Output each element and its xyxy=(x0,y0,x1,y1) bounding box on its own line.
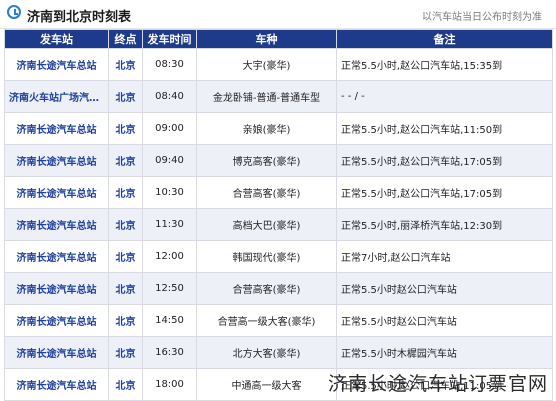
cell-departure-station: 济南长途汽车总站 xyxy=(4,304,109,337)
cell-destination: 北京 xyxy=(108,112,143,145)
table-row: 济南长途汽车总站 北京 14:50 合营高一级大客(豪华) 正常5.5小时赵公口汽车站 xyxy=(4,304,553,337)
cell-bus-type: 中通高一级大客 xyxy=(196,368,337,401)
column-header-bus-type: 车种 xyxy=(196,29,337,49)
cell-remark: 正常7小时,赵公口汽车站 xyxy=(336,240,553,273)
cell-bus-type: 合营高客(豪华) xyxy=(196,176,337,209)
table-row: 济南长途汽车总站 北京 12:00 韩国现代(豪华) 正常7小时,赵公口汽车站 xyxy=(4,240,553,273)
table-row: 济南长途汽车总站 北京 11:30 高档大巴(豪华) 正常5.5小时,丽泽桥汽车站,12… xyxy=(4,208,553,241)
cell-remark: 正常5.5小时,赵公口汽车站,15:35到 xyxy=(336,48,553,81)
table-row: 济南火车站广场汽车站 北京 08:40 金龙卧铺-普通-普通车型 - - / - xyxy=(4,80,553,113)
cell-departure-time: 14:50 xyxy=(142,304,197,337)
cell-remark: 正常5.5小时木樨园汽车站 xyxy=(336,336,553,369)
cell-destination: 北京 xyxy=(108,368,143,401)
table-row: 济南长途汽车总站 北京 09:40 博克高客(豪华) 正常5.5小时,赵公口汽车站,17… xyxy=(4,144,553,177)
cell-departure-time: 09:00 xyxy=(142,112,197,145)
cell-departure-station: 济南长途汽车总站 xyxy=(4,368,109,401)
cell-bus-type: 合营高一级大客(豪华) xyxy=(196,304,337,337)
cell-departure-station: 济南长途汽车总站 xyxy=(4,176,109,209)
cell-remark: 正常5.5小时,丽泽桥汽车站,12:30到 xyxy=(336,208,553,241)
column-header-departure-time: 发车时间 xyxy=(142,29,197,49)
schedule-note: 以汽车站当日公布时刻为准 xyxy=(422,12,542,23)
cell-departure-station: 济南长途汽车总站 xyxy=(4,272,109,305)
cell-destination: 北京 xyxy=(108,48,143,81)
cell-destination: 北京 xyxy=(108,144,143,177)
schedule-table: 发车站 终点 发车时间 车种 备注 济南长途汽车总站 北京 08:30 大宇(豪华) 正… xyxy=(4,29,553,401)
table-row: 济南长途汽车总站 北京 12:50 合营高客(豪华) 正常5.5小时赵公口汽车站 xyxy=(4,272,553,305)
table-row: 济南长途汽车总站 北京 08:30 大宇(豪华) 正常5.5小时,赵公口汽车站,15:3… xyxy=(4,48,553,81)
page: 济南到北京时刻表 以汽车站当日公布时刻为准 发车站 终点 发车时间 车种 备注 … xyxy=(0,0,556,401)
cell-departure-station: 济南长途汽车总站 xyxy=(4,208,109,241)
cell-bus-type: 韩国现代(豪华) xyxy=(196,240,337,273)
cell-departure-time: 16:30 xyxy=(142,336,197,369)
cell-destination: 北京 xyxy=(108,80,143,113)
column-header-remark: 备注 xyxy=(336,29,553,49)
cell-destination: 北京 xyxy=(108,208,143,241)
cell-bus-type: 亲娘(豪华) xyxy=(196,112,337,145)
cell-remark: 正常5.5小时赵公口汽车站 xyxy=(336,272,553,305)
cell-bus-type: 金龙卧铺-普通-普通车型 xyxy=(196,80,337,113)
cell-remark: 正常5.5小时,赵公口汽车站,11:50到 xyxy=(336,112,553,145)
cell-departure-station: 济南长途汽车总站 xyxy=(4,240,109,273)
cell-departure-time: 09:40 xyxy=(142,144,197,177)
title-bar: 济南到北京时刻表 以汽车站当日公布时刻为准 xyxy=(0,0,556,29)
cell-bus-type: 北方大客(豪华) xyxy=(196,336,337,369)
cell-destination: 北京 xyxy=(108,304,143,337)
cell-departure-time: 10:30 xyxy=(142,176,197,209)
cell-departure-time: 08:40 xyxy=(142,80,197,113)
cell-departure-time: 12:50 xyxy=(142,272,197,305)
cell-remark: 正常5.5小时,赵公口汽车站,17:05到 xyxy=(336,176,553,209)
cell-remark: - - / - xyxy=(336,80,553,113)
cell-remark: 正常5.5小时赵公口汽车站 xyxy=(336,304,553,337)
cell-remark: 正常5.5小时,赵公口汽车站,17:05到 xyxy=(336,144,553,177)
cell-bus-type: 大宇(豪华) xyxy=(196,48,337,81)
cell-departure-station: 济南火车站广场汽车站 xyxy=(4,80,109,113)
cell-departure-station: 济南长途汽车总站 xyxy=(4,48,109,81)
site-watermark: 济南长途汽车站订票官网 xyxy=(327,373,548,395)
cell-departure-station: 济南长途汽车总站 xyxy=(4,336,109,369)
page-title: 济南到北京时刻表 xyxy=(27,10,132,25)
cell-bus-type: 高档大巴(豪华) xyxy=(196,208,337,241)
table-row: 济南长途汽车总站 北京 10:30 合营高客(豪华) 正常5.5小时,赵公口汽车站,17… xyxy=(4,176,553,209)
cell-bus-type: 博克高客(豪华) xyxy=(196,144,337,177)
table-row: 济南长途汽车总站 北京 09:00 亲娘(豪华) 正常5.5小时,赵公口汽车站,11:5… xyxy=(4,112,553,145)
cell-bus-type: 合营高客(豪华) xyxy=(196,272,337,305)
cell-departure-station: 济南长途汽车总站 xyxy=(4,144,109,177)
table-header-row: 发车站 终点 发车时间 车种 备注 xyxy=(4,29,553,49)
cell-departure-time: 11:30 xyxy=(142,208,197,241)
cell-departure-time: 18:00 xyxy=(142,368,197,401)
cell-destination: 北京 xyxy=(108,336,143,369)
cell-departure-time: 08:30 xyxy=(142,48,197,81)
cell-departure-station: 济南长途汽车总站 xyxy=(4,112,109,145)
column-header-destination: 终点 xyxy=(108,29,143,49)
column-header-station: 发车站 xyxy=(4,29,109,49)
cell-departure-time: 12:00 xyxy=(142,240,197,273)
cell-destination: 北京 xyxy=(108,272,143,305)
cell-destination: 北京 xyxy=(108,176,143,209)
clock-icon xyxy=(7,5,21,19)
cell-destination: 北京 xyxy=(108,240,143,273)
table-row: 济南长途汽车总站 北京 16:30 北方大客(豪华) 正常5.5小时木樨园汽车站 xyxy=(4,336,553,369)
